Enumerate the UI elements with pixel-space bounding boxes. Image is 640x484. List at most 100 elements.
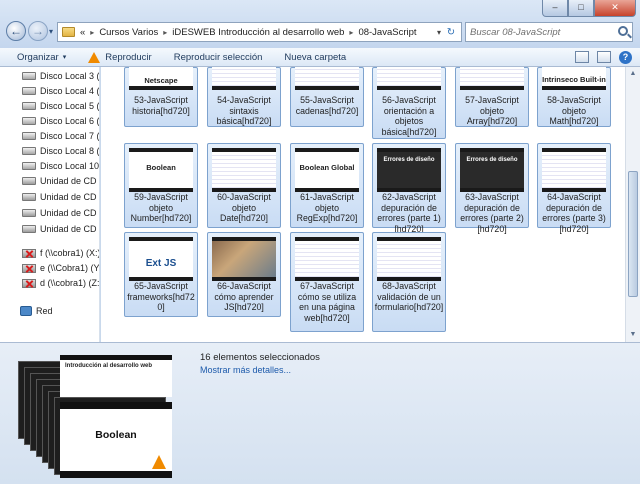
- forward-button[interactable]: →: [28, 21, 48, 41]
- address-dropdown-icon[interactable]: ▾: [437, 28, 441, 37]
- play-label: Reproducir: [105, 51, 152, 63]
- cd-drive-icon: [22, 225, 36, 233]
- video-thumbnail: Netscape: [129, 67, 193, 90]
- nav-item-drive[interactable]: Disco Local 3 (E:: [22, 68, 99, 84]
- video-thumbnail: [295, 237, 359, 281]
- scroll-up-icon[interactable]: ▲: [627, 68, 639, 80]
- hard-drive-icon: [22, 87, 36, 95]
- search-icon[interactable]: [618, 26, 628, 36]
- file-name: 55-JavaScript cadenas[hd720]: [295, 95, 359, 116]
- file-item[interactable]: 56-JavaScript orientación a objetos bási…: [372, 67, 446, 139]
- file-item[interactable]: 54-JavaScript sintaxis básica[hd720]: [207, 67, 281, 127]
- file-item[interactable]: 66-JavaScript cómo aprender JS[hd720]: [207, 232, 281, 317]
- vertical-scrollbar[interactable]: ▲ ▼: [625, 67, 640, 342]
- preview-slide-text: Introducción al desarrollo web: [65, 363, 153, 369]
- file-list[interactable]: Netscape 53-JavaScript historia[hd720] 54…: [101, 67, 625, 342]
- file-item[interactable]: Errores de diseño 62-JavaScript depuració…: [372, 143, 446, 234]
- nav-item-drive[interactable]: Disco Local 7 (I:: [22, 128, 100, 144]
- file-item[interactable]: 68-JavaScript validación de un formulari…: [372, 232, 446, 332]
- nav-item-network[interactable]: Red: [20, 303, 53, 319]
- refresh-icon[interactable]: ↻: [444, 26, 458, 39]
- scroll-down-icon[interactable]: ▼: [627, 329, 639, 341]
- recent-pages-chevron-icon[interactable]: ▾: [49, 27, 53, 36]
- breadcrumb-item[interactable]: iDESWEB Introducción al desarrollo web: [172, 27, 344, 38]
- nav-item-cd[interactable]: Unidad de CD (C: [22, 221, 99, 237]
- chevron-right-icon[interactable]: ▸: [163, 28, 167, 37]
- play-selection-button[interactable]: Reproducir selección: [174, 52, 263, 63]
- thumbnail-text: Boolean: [146, 163, 176, 172]
- file-name: 68-JavaScript validación de un formulari…: [374, 281, 444, 312]
- folder-icon: [62, 27, 75, 37]
- hard-drive-icon: [22, 132, 36, 140]
- nav-item-drive[interactable]: Disco Local 6 (H:: [22, 113, 99, 129]
- nav-item-label: Red: [36, 306, 53, 316]
- file-item[interactable]: 60-JavaScript objeto Date[hd720]: [207, 143, 281, 228]
- nav-item-drive[interactable]: Disco Local 10 (: [22, 158, 100, 174]
- file-name: 62-JavaScript depuración de errores (par…: [377, 192, 441, 234]
- nav-item-cd[interactable]: Unidad de CD (K: [22, 173, 99, 189]
- organize-button[interactable]: Organizar ▾: [17, 52, 66, 63]
- back-button[interactable]: ←: [6, 21, 26, 41]
- close-button[interactable]: ✕: [594, 0, 636, 17]
- file-item[interactable]: Boolean Global 61-JavaScript objeto RegEx…: [290, 143, 364, 228]
- video-thumbnail: [212, 67, 276, 90]
- chevron-right-icon[interactable]: ▸: [90, 28, 94, 37]
- search-box[interactable]: [465, 22, 633, 42]
- window-controls: – □ ✕: [542, 0, 636, 17]
- vlc-icon: [152, 455, 166, 469]
- nav-item-cd[interactable]: Unidad de CD (N: [22, 205, 99, 221]
- play-button[interactable]: Reproducir: [88, 51, 152, 63]
- nav-item-network-drive[interactable]: f (\\cobra1) (X:): [22, 245, 100, 261]
- nav-item-label: Unidad de CD (C: [40, 224, 99, 234]
- breadcrumb-item[interactable]: Cursos Varios: [99, 27, 158, 38]
- file-item[interactable]: 64-JavaScript depuración de errores (par…: [537, 143, 611, 234]
- nav-item-label: e (\\Cobra1) (Y:: [40, 263, 100, 273]
- file-name: 54-JavaScript sintaxis básica[hd720]: [216, 95, 272, 126]
- command-bar: Organizar ▾ Reproducir Reproducir selecc…: [0, 48, 640, 67]
- file-name: 64-JavaScript depuración de errores (par…: [542, 192, 606, 234]
- scrollbar-thumb[interactable]: [628, 171, 638, 297]
- nav-item-drive[interactable]: Disco Local 5 (G:: [22, 98, 99, 114]
- nav-item-network-drive[interactable]: d (\\cobra1) (Z:): [22, 275, 99, 291]
- nav-item-label: Disco Local 7 (I:: [40, 131, 100, 141]
- chevron-right-icon[interactable]: ▸: [349, 28, 353, 37]
- file-name: 66-JavaScript cómo aprender JS[hd720]: [214, 281, 274, 312]
- change-view-icon[interactable]: [575, 51, 589, 63]
- cd-drive-icon: [22, 177, 36, 185]
- file-item[interactable]: 55-JavaScript cadenas[hd720]: [290, 67, 364, 127]
- nav-item-label: f (\\cobra1) (X:): [40, 248, 100, 258]
- breadcrumb-item[interactable]: 08-JavaScript: [358, 27, 416, 38]
- nav-item-label: Disco Local 10 (: [40, 161, 100, 171]
- help-icon[interactable]: ?: [619, 51, 632, 64]
- address-bar[interactable]: « ▸ Cursos Varios ▸ iDESWEB Introducción…: [57, 22, 462, 42]
- network-icon: [20, 306, 32, 316]
- search-input[interactable]: [466, 23, 611, 41]
- nav-item-cd[interactable]: Unidad de CD (L: [22, 189, 99, 205]
- breadcrumb-overflow[interactable]: «: [80, 27, 85, 38]
- file-item[interactable]: Ext JS 65-JavaScript frameworks[hd720]: [124, 232, 198, 317]
- file-item[interactable]: Netscape 53-JavaScript historia[hd720]: [124, 67, 198, 127]
- video-thumbnail: [460, 67, 524, 90]
- file-item[interactable]: 67-JavaScript cómo se utiliza en una pág…: [290, 232, 364, 332]
- preview-pane-icon[interactable]: [597, 51, 611, 63]
- navigation-pane[interactable]: Disco Local 3 (E: Disco Local 4 (F: Disc…: [0, 67, 100, 342]
- nav-item-drive[interactable]: Disco Local 4 (F:: [22, 83, 99, 99]
- file-name: 65-JavaScript frameworks[hd720]: [127, 281, 195, 312]
- file-item[interactable]: Boolean 59-JavaScript objeto Number[hd720…: [124, 143, 198, 228]
- disconnected-network-drive-icon: [22, 278, 36, 288]
- maximize-button[interactable]: □: [568, 0, 594, 17]
- show-more-details-link[interactable]: Mostrar más detalles...: [200, 365, 291, 375]
- hard-drive-icon: [22, 117, 36, 125]
- file-item[interactable]: Errores de diseño 63-JavaScript depuració…: [455, 143, 529, 234]
- file-item[interactable]: Intrinseco Built-in 58-JavaScript objeto …: [537, 67, 611, 127]
- video-thumbnail: Intrinseco Built-in: [542, 67, 606, 90]
- minimize-button[interactable]: –: [542, 0, 568, 17]
- file-item[interactable]: 57-JavaScript objeto Array[hd720]: [455, 67, 529, 127]
- thumbnail-text: Errores de diseño: [383, 157, 435, 163]
- nav-item-network-drive[interactable]: e (\\Cobra1) (Y:: [22, 260, 100, 276]
- nav-item-drive[interactable]: Disco Local 8 (J:: [22, 143, 99, 159]
- video-thumbnail: Boolean: [129, 148, 193, 192]
- new-folder-button[interactable]: Nueva carpeta: [284, 52, 346, 63]
- preview-title: Boolean: [95, 429, 137, 441]
- file-name: 60-JavaScript objeto Date[hd720]: [217, 192, 271, 223]
